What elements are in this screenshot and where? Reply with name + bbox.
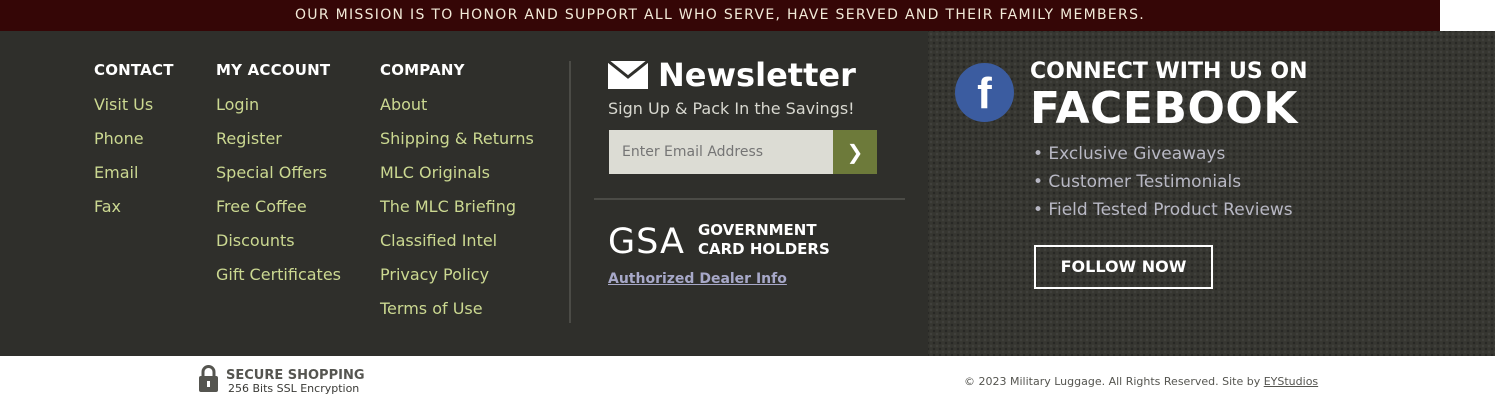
secure-shopping-title: SECURE SHOPPING bbox=[226, 368, 365, 383]
follow-now-button[interactable]: FOLLOW NOW bbox=[1034, 245, 1213, 289]
envelope-icon bbox=[608, 61, 648, 89]
email-input[interactable] bbox=[609, 130, 833, 174]
column-divider bbox=[569, 61, 571, 323]
section-divider bbox=[594, 198, 905, 200]
footer-link-gift-certificates[interactable]: Gift Certificates bbox=[216, 265, 341, 299]
footer-link-privacy-policy[interactable]: Privacy Policy bbox=[380, 265, 534, 299]
footer-link-register[interactable]: Register bbox=[216, 129, 341, 163]
newsletter-subtitle: Sign Up & Pack In the Savings! bbox=[608, 99, 855, 118]
gsa-logo: GSA bbox=[608, 222, 685, 262]
secure-shopping-subtitle: 256 Bits SSL Encryption bbox=[228, 382, 360, 395]
company-column: COMPANY About Shipping & Returns MLC Ori… bbox=[380, 61, 534, 333]
newsletter-title-row: Newsletter bbox=[608, 56, 856, 94]
footer-link-shipping-returns[interactable]: Shipping & Returns bbox=[380, 129, 534, 163]
footer-link-terms-of-use[interactable]: Terms of Use bbox=[380, 299, 534, 333]
gsa-line-1: GOVERNMENT bbox=[698, 221, 817, 239]
account-column: MY ACCOUNT Login Register Special Offers… bbox=[216, 61, 341, 299]
facebook-heading: FACEBOOK bbox=[1030, 83, 1298, 134]
site-footer: CONTACT Visit Us Phone Email Fax MY ACCO… bbox=[0, 31, 1495, 356]
footer-link-free-coffee[interactable]: Free Coffee bbox=[216, 197, 341, 231]
footer-link-email[interactable]: Email bbox=[94, 163, 174, 197]
site-credit-link[interactable]: EYStudios bbox=[1264, 375, 1318, 388]
footer-link-discounts[interactable]: Discounts bbox=[216, 231, 341, 265]
gsa-line-2: CARD HOLDERS bbox=[698, 240, 830, 258]
footer-link-special-offers[interactable]: Special Offers bbox=[216, 163, 341, 197]
facebook-icon[interactable]: f bbox=[955, 63, 1014, 122]
contact-column: CONTACT Visit Us Phone Email Fax bbox=[94, 61, 174, 231]
footer-link-visit-us[interactable]: Visit Us bbox=[94, 95, 174, 129]
list-item: • Customer Testimonials bbox=[1033, 172, 1242, 192]
list-item: • Field Tested Product Reviews bbox=[1033, 200, 1293, 220]
copyright-label: © 2023 Military Luggage. All Rights Rese… bbox=[964, 375, 1264, 388]
footer-link-phone[interactable]: Phone bbox=[94, 129, 174, 163]
bottom-bar: SECURE SHOPPING 256 Bits SSL Encryption … bbox=[0, 356, 1495, 403]
newsletter-form: ❯ bbox=[609, 130, 877, 174]
gsa-block: GSA GOVERNMENT CARD HOLDERS bbox=[608, 221, 830, 262]
lock-icon bbox=[199, 365, 218, 392]
authorized-dealer-link[interactable]: Authorized Dealer Info bbox=[608, 271, 787, 287]
contact-heading: CONTACT bbox=[94, 61, 174, 79]
footer-link-classified-intel[interactable]: Classified Intel bbox=[380, 231, 534, 265]
facebook-connect-text: CONNECT WITH US ON bbox=[1030, 59, 1308, 84]
footer-link-about[interactable]: About bbox=[380, 95, 534, 129]
footer-link-fax[interactable]: Fax bbox=[94, 197, 174, 231]
newsletter-title: Newsletter bbox=[658, 56, 856, 94]
footer-link-mlc-briefing[interactable]: The MLC Briefing bbox=[380, 197, 534, 231]
newsletter-submit-button[interactable]: ❯ bbox=[833, 130, 877, 174]
mission-banner: OUR MISSION IS TO HONOR AND SUPPORT ALL … bbox=[0, 0, 1440, 31]
facebook-benefits: • Exclusive Giveaways • Customer Testimo… bbox=[1033, 143, 1293, 227]
copyright-text: © 2023 Military Luggage. All Rights Rese… bbox=[964, 375, 1318, 388]
footer-link-login[interactable]: Login bbox=[216, 95, 341, 129]
list-item: • Exclusive Giveaways bbox=[1033, 144, 1226, 164]
account-heading: MY ACCOUNT bbox=[216, 61, 331, 79]
footer-link-mlc-originals[interactable]: MLC Originals bbox=[380, 163, 534, 197]
company-heading: COMPANY bbox=[380, 61, 465, 79]
gsa-label: GOVERNMENT CARD HOLDERS bbox=[698, 221, 830, 259]
newsletter-section: Newsletter Sign Up & Pack In the Savings… bbox=[608, 56, 856, 118]
